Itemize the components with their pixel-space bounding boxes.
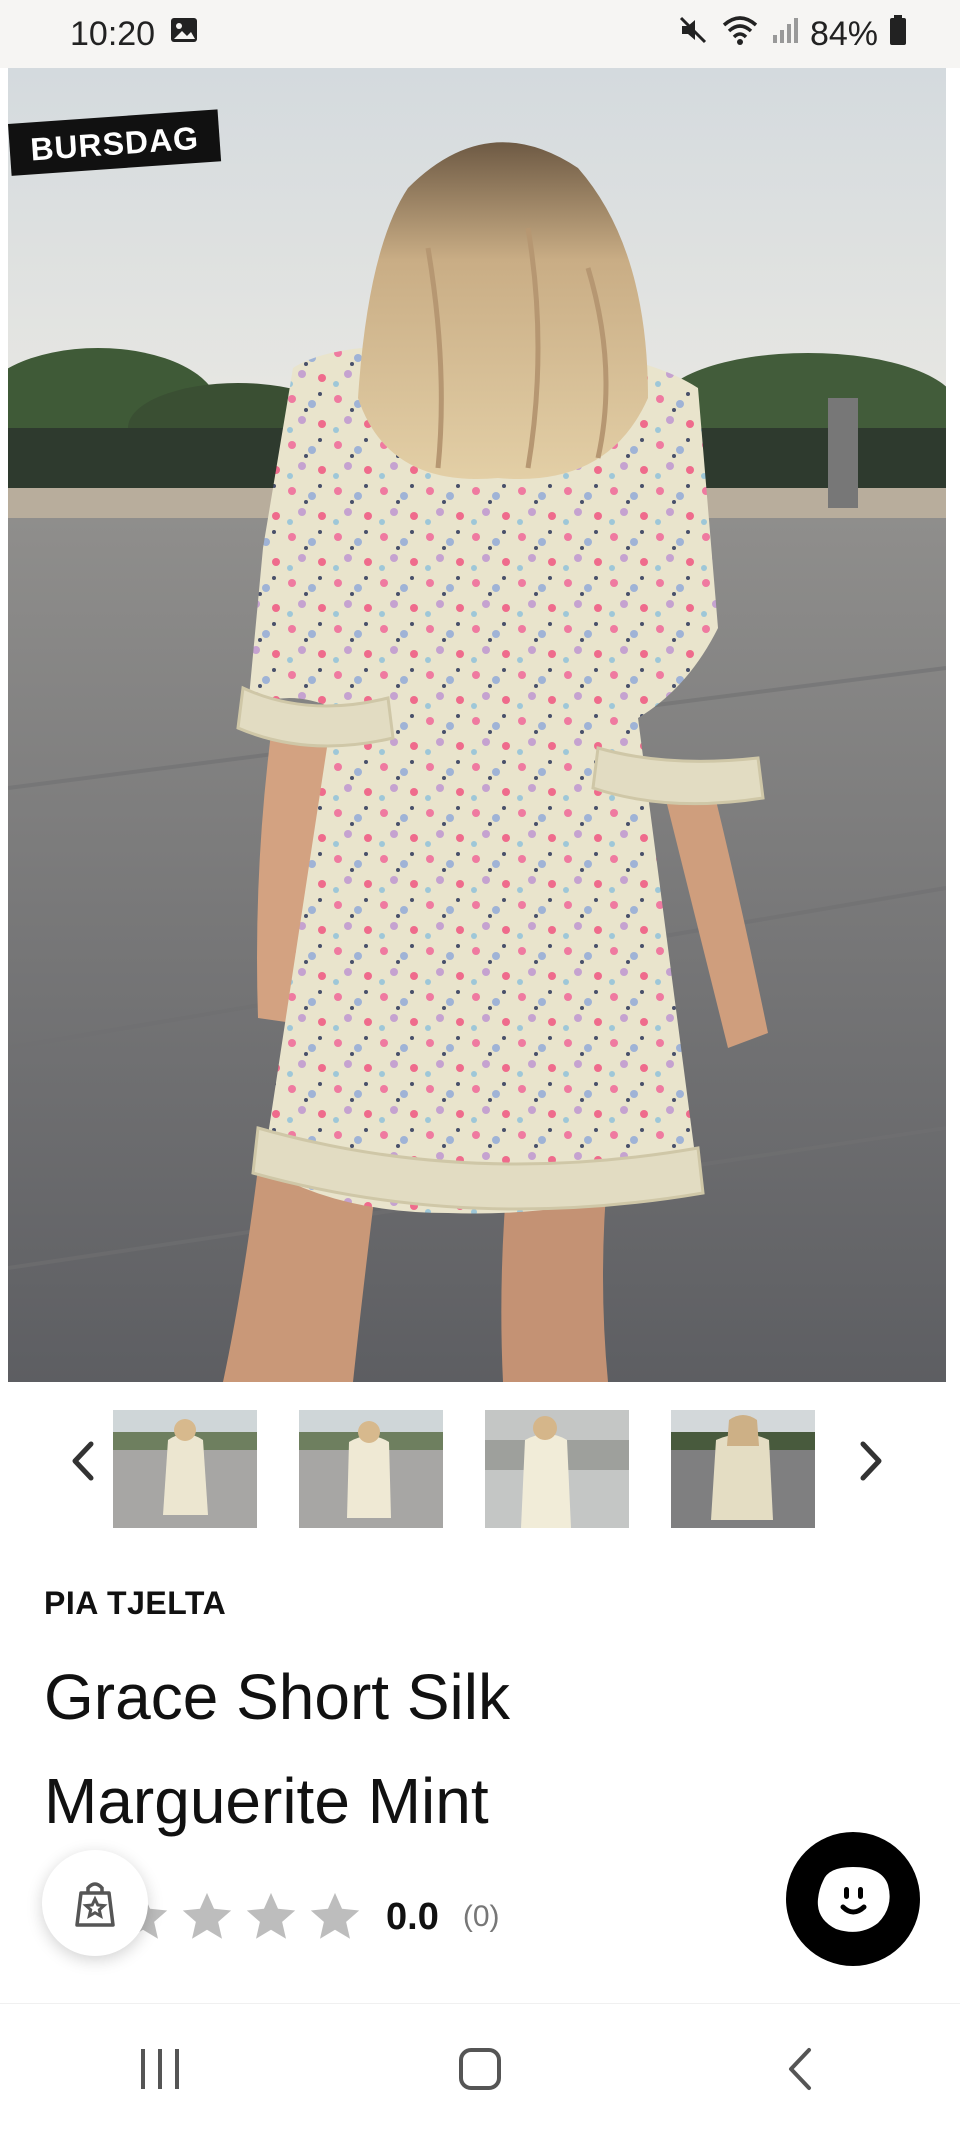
thumbnail-3[interactable]	[485, 1410, 629, 1528]
chat-button[interactable]	[786, 1832, 920, 1966]
product-photo	[8, 68, 946, 1382]
product-title: Grace Short Silk Marguerite Mint	[44, 1645, 744, 1853]
mute-icon	[676, 13, 710, 56]
chat-face-icon	[817, 1867, 890, 1932]
battery-percent: 84%	[809, 14, 878, 53]
product-title-line-1: Grace Short Silk	[44, 1661, 510, 1733]
chevron-left-icon[interactable]	[52, 1431, 112, 1491]
product-main-image[interactable]: BURSDAG	[8, 68, 946, 1382]
rating-count: (0)	[462, 1900, 500, 1933]
gallery-icon	[169, 15, 199, 54]
status-time: 10:20	[70, 14, 156, 53]
thumbnail-carousel	[0, 1405, 960, 1535]
rating-score: 0.0	[386, 1895, 439, 1938]
product-brand[interactable]: PIA TJELTA	[44, 1585, 226, 1622]
wishlist-button[interactable]	[42, 1850, 148, 1956]
chevron-right-icon[interactable]	[842, 1431, 902, 1491]
status-time-group: 10:20	[70, 15, 199, 54]
star-icon	[182, 1892, 232, 1939]
recent-apps-icon	[141, 2049, 179, 2089]
home-icon	[459, 2048, 501, 2090]
battery-icon	[888, 14, 908, 55]
home-button[interactable]	[420, 2029, 540, 2109]
star-icon	[246, 1892, 296, 1939]
star-icon	[310, 1892, 360, 1939]
back-button[interactable]	[740, 2029, 860, 2109]
back-icon	[789, 2048, 811, 2090]
thumbnail-2[interactable]	[299, 1410, 443, 1528]
thumbnail-1[interactable]	[113, 1410, 257, 1528]
status-bar: 10:20 84%	[0, 0, 960, 68]
thumbnail-4[interactable]	[671, 1410, 815, 1528]
recent-apps-button[interactable]	[100, 2029, 220, 2109]
shopping-bag-star-icon	[75, 1882, 115, 1927]
product-title-line-2: Marguerite Mint	[44, 1765, 489, 1837]
system-navigation-bar	[0, 2003, 960, 2134]
wifi-icon	[720, 13, 760, 56]
signal-icon	[770, 15, 800, 54]
